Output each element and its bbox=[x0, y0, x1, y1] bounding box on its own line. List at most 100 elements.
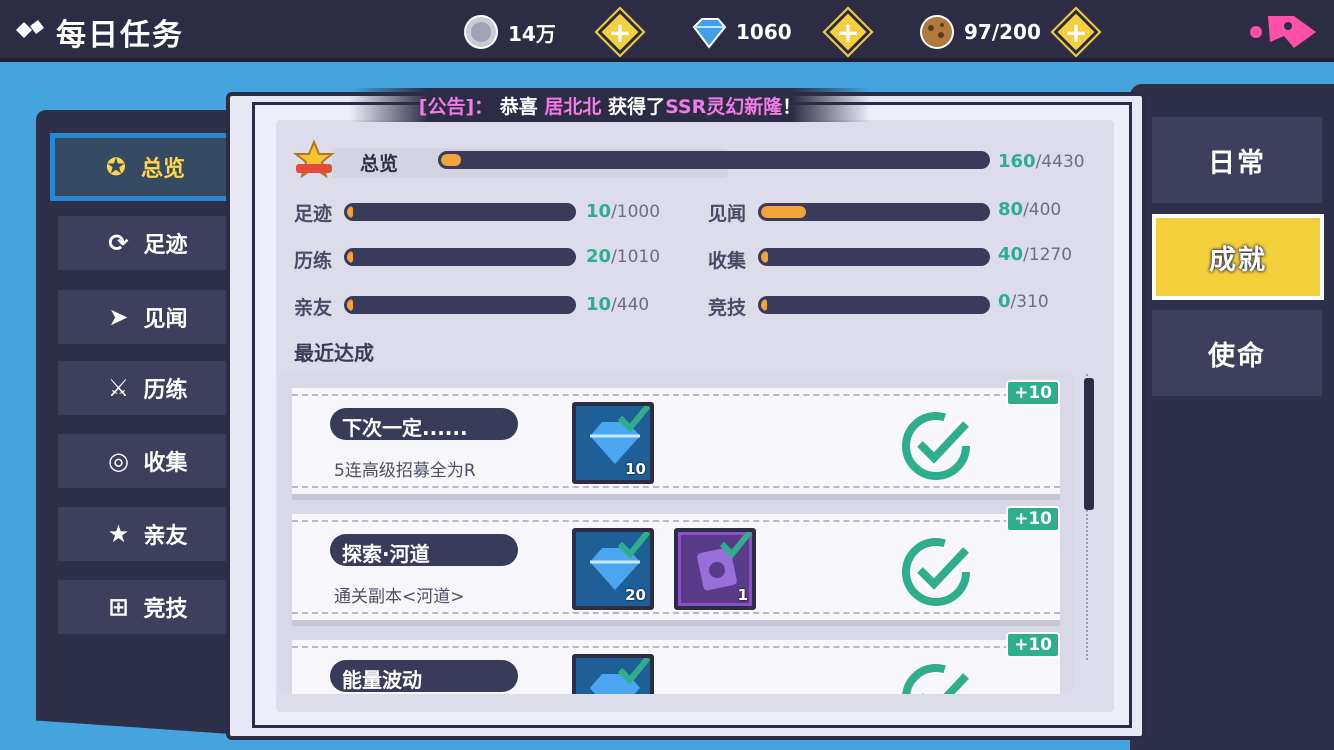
recent-title: 最近达成 bbox=[294, 341, 374, 365]
category-count: 0/310 bbox=[998, 291, 1049, 312]
scrollbar-thumb[interactable] bbox=[1084, 378, 1094, 510]
top-bar: 每日任务 14万 + 1060 + 97/200 + bbox=[0, 0, 1334, 62]
add-silver-button[interactable]: + bbox=[597, 9, 643, 55]
category-progress-fill bbox=[347, 299, 353, 311]
collection-icon: ◎ bbox=[108, 447, 129, 475]
achievement-name: 探索·河道 bbox=[330, 534, 518, 566]
stamina-value: 97/200 bbox=[964, 20, 1041, 44]
nav-arena[interactable]: ⊞ 竞技 bbox=[58, 580, 233, 634]
category-progress-fill bbox=[347, 251, 353, 263]
reward-item[interactable]: 20 bbox=[572, 528, 654, 610]
category-total: /440 bbox=[611, 295, 650, 315]
notice-prefix: [公告]： bbox=[418, 95, 494, 118]
back-diamond-icon[interactable] bbox=[12, 18, 46, 46]
category-label: 亲友 bbox=[294, 297, 333, 319]
achievement-card: 能量波动 +10 bbox=[292, 632, 1060, 694]
nav-footprint[interactable]: ⟳ 足迹 bbox=[58, 216, 233, 270]
category-current: 10 bbox=[586, 294, 612, 315]
achievement-card: 下次一定...... 5连高级招募全为R 10 +10 bbox=[292, 380, 1060, 500]
category-progress-bar bbox=[344, 203, 576, 221]
exit-icon[interactable] bbox=[1248, 6, 1320, 54]
announcement-banner: [公告]： 恭喜 居北北 获得了 SSR灵幻新隆 ！ bbox=[350, 88, 870, 122]
reward-item[interactable]: 10 bbox=[572, 402, 654, 484]
crossed-swords-icon: ⚔ bbox=[107, 374, 130, 402]
completed-check-icon bbox=[902, 412, 972, 480]
category-progress-bar bbox=[758, 296, 990, 314]
silver-coin-icon bbox=[462, 13, 500, 51]
category-current: 10 bbox=[586, 201, 612, 222]
category-count: 10/440 bbox=[586, 294, 649, 315]
footprint-icon: ⟳ bbox=[108, 229, 129, 257]
summary-label: 总览 bbox=[360, 153, 399, 175]
nav-friends[interactable]: ★ 亲友 bbox=[58, 507, 233, 561]
achievement-list[interactable]: 下次一定...... 5连高级招募全为R 10 +10 探索·河道 通关副本<河… bbox=[278, 372, 1074, 694]
summary-current: 160 bbox=[998, 151, 1036, 172]
category-progress-fill bbox=[761, 251, 768, 263]
blue-diamond-icon bbox=[690, 13, 728, 51]
add-diamond-button[interactable]: + bbox=[825, 9, 871, 55]
category-label: 足迹 bbox=[294, 203, 333, 225]
resource-silver: 14万 + bbox=[462, 9, 643, 55]
category-total: /1010 bbox=[611, 247, 661, 267]
reward-item[interactable]: 1 bbox=[674, 528, 756, 610]
resource-stamina: 97/200 + bbox=[918, 9, 1099, 55]
title-wrap: 每日任务 bbox=[12, 10, 184, 54]
category-count: 80/400 bbox=[998, 199, 1061, 220]
tab-daily[interactable]: 日常 bbox=[1152, 117, 1322, 203]
notice-suffix: ！ bbox=[782, 95, 802, 118]
nav-training[interactable]: ⚔ 历练 bbox=[58, 361, 233, 415]
category-current: 0 bbox=[998, 291, 1011, 312]
bonus-badge: +10 bbox=[1006, 380, 1060, 406]
reward-item[interactable] bbox=[572, 654, 654, 694]
nav-label: 亲友 bbox=[143, 524, 188, 549]
category-total: /1000 bbox=[611, 202, 661, 222]
notice-item: SSR灵幻新隆 bbox=[665, 95, 783, 118]
summary-progress-fill bbox=[441, 154, 461, 166]
category-current: 20 bbox=[586, 246, 612, 267]
stamina-cookie-icon bbox=[918, 13, 956, 51]
summary-total: /4430 bbox=[1035, 152, 1085, 172]
category-label: 历练 bbox=[294, 250, 333, 272]
achievement-name: 下次一定...... bbox=[330, 408, 518, 440]
notice-player: 居北北 bbox=[544, 95, 602, 118]
category-label: 见闻 bbox=[708, 203, 747, 225]
completed-check-icon bbox=[902, 664, 970, 694]
page-title: 每日任务 bbox=[56, 18, 184, 53]
star-badge-icon bbox=[292, 139, 336, 180]
summary-progress-bar bbox=[438, 151, 990, 169]
achievement-desc: 5连高级招募全为R bbox=[334, 461, 476, 481]
nav-collection[interactable]: ◎ 收集 bbox=[58, 434, 233, 488]
diamond-value: 1060 bbox=[736, 20, 792, 44]
achievement-desc: 通关副本<河道> bbox=[334, 587, 465, 607]
category-current: 40 bbox=[998, 244, 1024, 265]
achievement-card: 探索·河道 通关副本<河道> 20 1 +10 bbox=[292, 506, 1060, 626]
category-progress-fill bbox=[761, 206, 807, 218]
category-progress-bar bbox=[758, 248, 990, 266]
reward-count: 20 bbox=[625, 586, 646, 604]
category-total: /400 bbox=[1023, 200, 1062, 220]
summary-count: 160/4430 bbox=[998, 151, 1085, 172]
category-label: 收集 bbox=[708, 250, 747, 272]
reward-count: 1 bbox=[737, 586, 748, 604]
nav-overview[interactable]: ✪ 总览 bbox=[50, 133, 236, 201]
notice-text1: 恭喜 bbox=[499, 95, 538, 118]
add-stamina-button[interactable]: + bbox=[1053, 9, 1099, 55]
category-progress-bar bbox=[758, 203, 990, 221]
category-count: 10/1000 bbox=[586, 201, 660, 222]
tab-achievement[interactable]: 成就 bbox=[1152, 214, 1324, 300]
category-label: 竞技 bbox=[708, 297, 747, 319]
category-total: /310 bbox=[1010, 292, 1049, 312]
notice-text2: 获得了 bbox=[608, 95, 666, 118]
category-progress-bar bbox=[344, 296, 576, 314]
nav-label: 见闻 bbox=[143, 307, 188, 332]
wings-badge-icon: ✪ bbox=[105, 153, 127, 181]
nav-knowledge[interactable]: ➤ 见闻 bbox=[58, 290, 233, 344]
category-count: 20/1010 bbox=[586, 246, 660, 267]
check-icon bbox=[617, 406, 650, 433]
category-current: 80 bbox=[998, 199, 1024, 220]
check-icon bbox=[617, 532, 650, 559]
resource-diamond: 1060 + bbox=[690, 9, 871, 55]
tab-mission[interactable]: 使命 bbox=[1152, 310, 1322, 396]
paper-plane-icon: ➤ bbox=[108, 303, 129, 331]
gift-icon: ⊞ bbox=[108, 593, 129, 621]
